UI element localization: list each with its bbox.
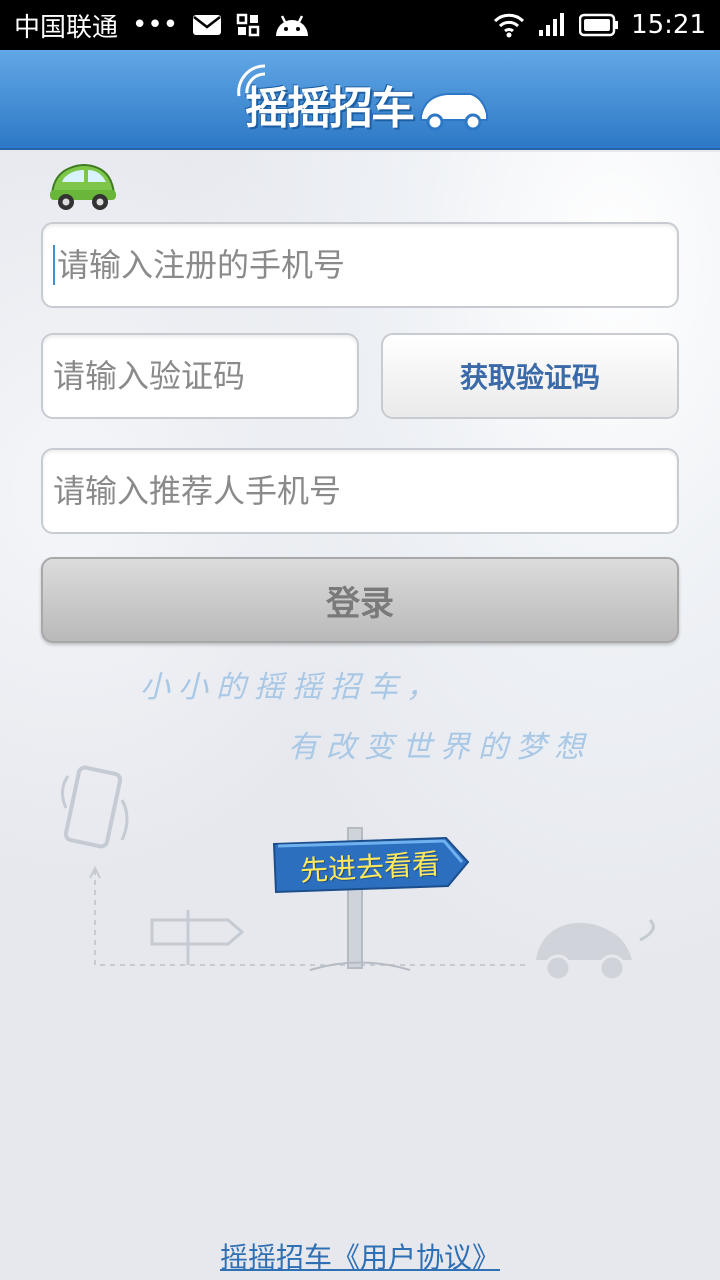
user-agreement-link[interactable]: 摇摇招车《用户协议》 — [0, 1236, 720, 1276]
text-cursor — [53, 245, 55, 285]
carrier-label: 中国联通 — [14, 12, 119, 43]
more-dots: ••• — [132, 10, 179, 40]
signal-icon — [537, 12, 567, 38]
clock: 15:21 — [631, 10, 706, 40]
code-input[interactable] — [53, 357, 357, 395]
referrer-field[interactable] — [41, 448, 679, 534]
status-left: 中国联通 ••• — [14, 7, 310, 44]
get-code-button[interactable]: 获取验证码 — [381, 333, 679, 419]
android-icon — [274, 12, 310, 38]
wifi-icon — [493, 12, 525, 38]
phone-input[interactable] — [56, 246, 677, 284]
app-header: 摇摇招车 — [0, 50, 720, 150]
phone-field[interactable] — [41, 222, 679, 308]
outline-car-icon — [536, 918, 655, 982]
phone-shake-icon — [61, 765, 129, 849]
login-button[interactable]: 登录 — [41, 557, 679, 643]
code-field[interactable] — [41, 333, 359, 419]
content-area — [0, 152, 720, 1280]
status-bar: 中国联通 ••• 15:21 — [0, 0, 720, 50]
referrer-input[interactable] — [53, 472, 677, 510]
logo-text: 摇摇招车 — [245, 83, 415, 134]
status-right: 15:21 — [493, 10, 706, 40]
battery-icon — [579, 13, 619, 37]
app-logo: 摇摇招车 — [225, 54, 495, 144]
small-signpost-icon — [150, 910, 245, 965]
explore-sign-label: 先进去看看 — [299, 847, 441, 888]
car-icon — [46, 160, 120, 216]
mail-icon — [192, 13, 222, 37]
explore-sign-button[interactable]: 先进去看看 — [270, 836, 470, 894]
apps-icon — [236, 13, 260, 37]
slogan-line-1: 小小的摇摇招车， — [140, 670, 444, 705]
